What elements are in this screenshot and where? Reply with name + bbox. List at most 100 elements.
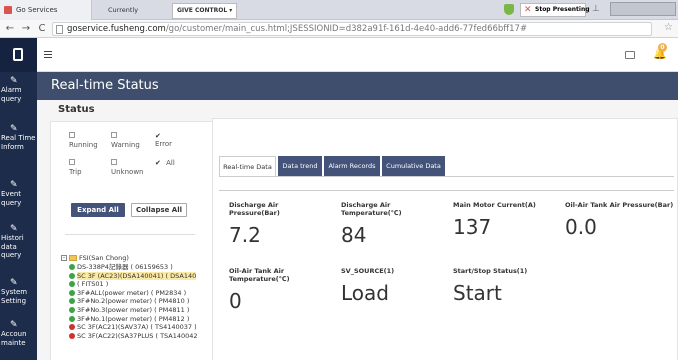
checkbox-box	[111, 159, 117, 165]
metric-label: Oil-Air Tank Air Temperature(℃)	[229, 267, 290, 283]
logo	[0, 38, 37, 72]
sidebar-item-alarm-query[interactable]: ✎ Alarm query	[0, 76, 37, 103]
wrench-icon: ✎	[10, 320, 18, 330]
url-field[interactable]: goservice.fusheng.com/go/customer/main_c…	[52, 22, 652, 36]
tree-node-label: SC 3F(AC21)(SAV37A) ( TS4140037 )	[77, 323, 197, 332]
check-icon: ✔	[155, 159, 161, 167]
metric-value: 137	[453, 215, 492, 239]
divider	[219, 176, 674, 177]
sidebar-item-label: Event query	[1, 190, 22, 207]
tree-node[interactable]: 3F#No.3(power meter) ( PM4811 )	[61, 306, 221, 315]
divider	[65, 234, 195, 235]
wrench-icon: ✎	[10, 180, 18, 190]
checkbox-label: All	[166, 159, 175, 167]
tree-node[interactable]: SC 3F(AC22)(SA37PLUS ( TSA140042	[61, 332, 221, 341]
status-dot-icon	[69, 289, 75, 296]
metric-value: Load	[341, 281, 389, 305]
tree-node-label: 3F#No.1(power meter) ( PM4812 )	[77, 314, 190, 323]
metric-value: 0	[229, 289, 242, 313]
tab-alarm-records[interactable]: Alarm Records	[324, 156, 380, 176]
metric-discharge-air-temperature: Discharge Air Temperature(℃) 84	[341, 201, 451, 247]
notification-badge: 0	[658, 43, 667, 52]
checkbox-all[interactable]: ✔ All	[155, 159, 215, 167]
metric-value: 7.2	[229, 223, 261, 247]
app-topbar: 🔔 0	[0, 38, 678, 72]
tab-title: Go Services	[16, 6, 58, 14]
logo-icon	[13, 48, 23, 61]
divider	[219, 190, 674, 191]
tree-node-label: 3F#No.3(power meter) ( PM4811 )	[77, 305, 190, 314]
page-header: Real-time Status	[37, 72, 678, 100]
tab-data-trend[interactable]: Data trend	[278, 156, 322, 176]
sidebar-item-label: System Setting	[1, 288, 28, 305]
device-detail-panel: Real-time Data Data trend Alarm Records …	[212, 118, 678, 360]
sidebar-item-label: Histori data query	[1, 234, 24, 259]
tab-cumulative-data[interactable]: Cumulative Data	[382, 156, 445, 176]
metric-value: 84	[341, 223, 367, 247]
tree-node[interactable]: SC 3F(AC21)(SAV37A) ( TS4140037 )	[61, 323, 221, 332]
page-title: Real-time Status	[51, 78, 159, 93]
browser-tab[interactable]: Go Services	[0, 0, 92, 20]
metric-label: Discharge Air Pressure(Bar)	[229, 201, 280, 217]
checkbox-error[interactable]: ✔ Error	[155, 132, 215, 148]
tree-node[interactable]: 3F#No.2(power meter) ( PM4810 )	[61, 297, 221, 306]
wrench-icon: ✎	[10, 278, 18, 288]
metric-label: Discharge Air Temperature(℃)	[341, 201, 402, 217]
sidebar-item-system-setting[interactable]: ✎ System Setting	[0, 278, 37, 305]
tree-node[interactable]: SC 3F (AC23)(DSA140041) ( DSA140	[61, 271, 221, 281]
sidebar-item-history-data-query[interactable]: ✎ Histori data query	[0, 224, 37, 260]
bookmark-star-icon[interactable]: ☆	[664, 22, 673, 33]
tree-node-label: 3F#ALL(power meter) ( PM2834 )	[77, 288, 187, 297]
shield-icon	[504, 4, 514, 15]
metric-sv-source: SV_SOURCE(1) Load	[341, 267, 441, 305]
section-title: Status	[58, 104, 95, 115]
tree-node-label: ( FITS01 )	[77, 280, 109, 289]
pin-icon[interactable]: ⊥	[592, 4, 602, 16]
metric-oil-air-tank-air-pressure: Oil-Air Tank Air Pressure(Bar) 0.0	[565, 201, 675, 239]
status-dot-icon	[69, 306, 75, 313]
tree-node[interactable]: ( FITS01 )	[61, 280, 221, 289]
stop-presenting-label: Stop Presenting	[535, 6, 590, 13]
tree-node-label: DS-338P4記錄器 ( 06159653 )	[77, 263, 173, 271]
reload-button[interactable]: C	[36, 22, 48, 35]
sidebar-item-label: Alarm query	[1, 86, 22, 103]
warning-icon	[4, 6, 12, 14]
menu-icon[interactable]	[44, 51, 52, 58]
fullscreen-icon[interactable]	[625, 51, 635, 59]
tree-root-label: FSI(San Chong)	[79, 254, 129, 262]
tree-node[interactable]: DS-338P4記錄器 ( 06159653 )	[61, 263, 221, 272]
metric-main-motor-current: Main Motor Current(A) 137	[453, 201, 553, 239]
wrench-icon: ✎	[10, 224, 18, 234]
sidebar-item-event-query[interactable]: ✎ Event query	[0, 180, 37, 207]
give-control-button[interactable]: GIVE CONTROL ▾	[172, 3, 238, 19]
status-dot-icon	[69, 324, 75, 331]
window-controls[interactable]	[610, 2, 676, 16]
forward-button[interactable]: →	[20, 22, 32, 35]
metric-discharge-air-pressure: Discharge Air Pressure(Bar) 7.2	[229, 201, 329, 247]
tree-node[interactable]: 3F#No.1(power meter) ( PM4812 )	[61, 315, 221, 324]
status-dot-icon	[69, 332, 75, 339]
url-host: goservice.fusheng.com	[67, 24, 166, 34]
sidebar-item-real-time-inform[interactable]: ✎ Real Time Inform	[0, 124, 37, 151]
collapse-all-button[interactable]: Collapse All	[131, 203, 187, 217]
sidebar-item-account-maintenance[interactable]: ✎ Accoun mainte	[0, 320, 37, 347]
status-filter-panel: Running Warning ✔ Error Trip Unknown ✔ A…	[50, 121, 218, 360]
metric-label: Oil-Air Tank Air Pressure(Bar)	[565, 201, 674, 209]
back-button[interactable]: ←	[4, 22, 16, 35]
tab-real-time-data[interactable]: Real-time Data	[219, 156, 276, 176]
metric-start-stop-status: Start/Stop Status(1) Start	[453, 267, 553, 305]
stop-presenting-button[interactable]: ✕ Stop Presenting	[520, 3, 590, 17]
address-bar: ← → C goservice.fusheng.com/go/customer/…	[0, 20, 678, 38]
tree-node[interactable]: 3F#ALL(power meter) ( PM2834 )	[61, 289, 221, 298]
collapse-icon[interactable]: –	[61, 255, 67, 261]
checkbox-label: Error	[155, 140, 173, 148]
check-icon: ✔	[155, 132, 161, 140]
status-dot-icon	[69, 272, 75, 279]
tree-root[interactable]: – FSI(San Chong)	[61, 254, 221, 263]
sidebar: ✎ Alarm query ✎ Real Time Inform ✎ Event…	[0, 38, 37, 360]
sidebar-item-label: Accoun mainte	[1, 330, 27, 347]
metric-oil-air-tank-air-temperature: Oil-Air Tank Air Temperature(℃) 0	[229, 267, 293, 313]
checkbox-label: Unknown	[111, 168, 144, 176]
metric-value: 0.0	[565, 215, 597, 239]
expand-all-button[interactable]: Expand All	[71, 203, 125, 217]
